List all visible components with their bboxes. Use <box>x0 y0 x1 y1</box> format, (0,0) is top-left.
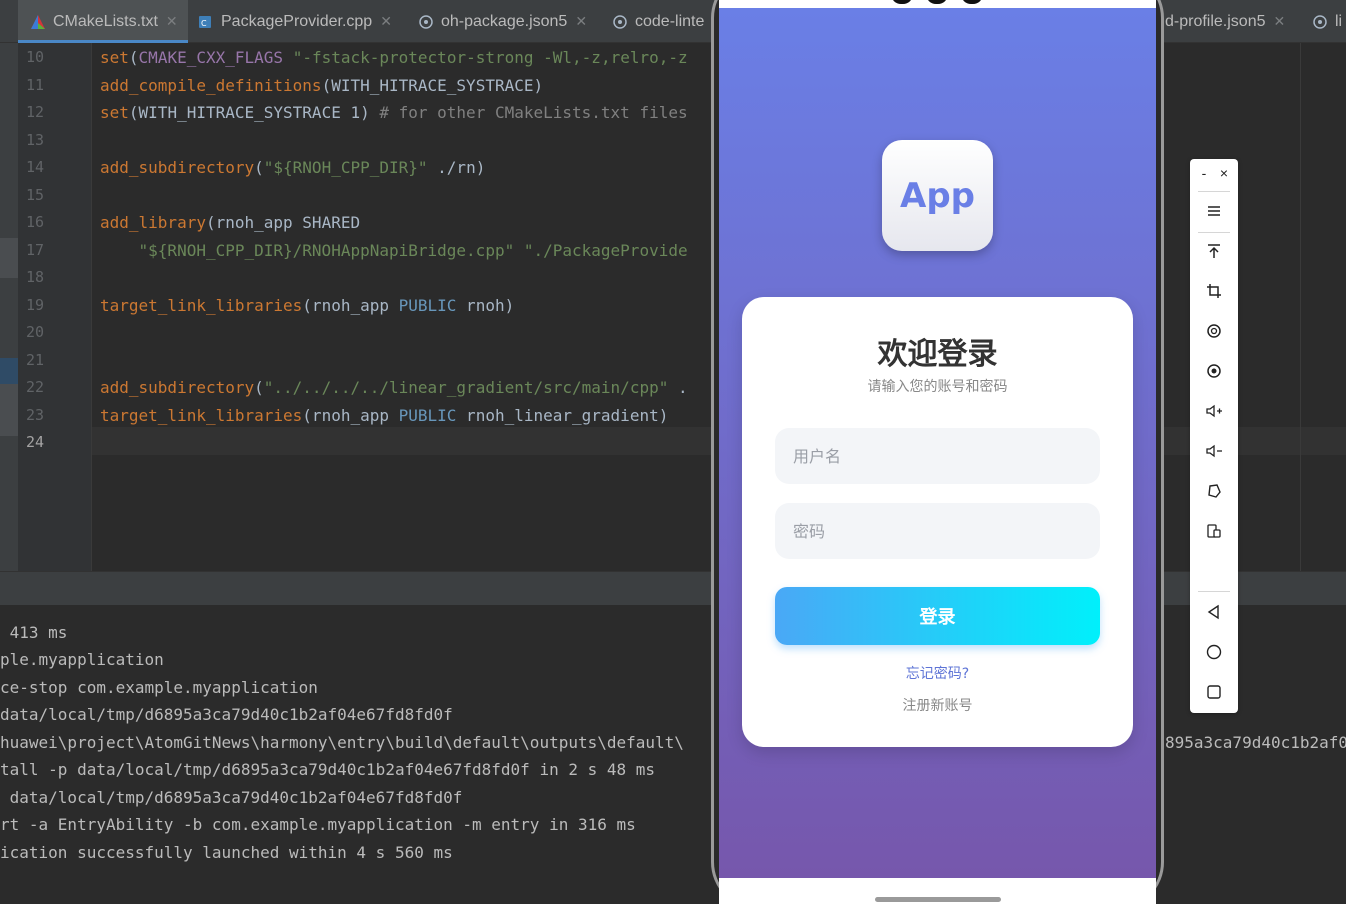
status-area <box>719 0 1156 8</box>
svg-text:C: C <box>201 19 207 28</box>
tab-profile[interactable]: d-profile.json5 ✕ <box>1165 0 1285 43</box>
back-icon[interactable] <box>1190 595 1238 629</box>
home-icon[interactable] <box>1190 635 1238 669</box>
console-line-fragment: 895a3ca79d40c1b2af0 <box>1165 733 1346 752</box>
shake-icon[interactable] <box>1190 474 1238 508</box>
line-number: 16 <box>26 213 45 231</box>
login-card: 欢迎登录 请输入您的账号和密码 登录 忘记密码? 注册新账号 <box>742 297 1133 747</box>
line-number: 19 <box>26 296 45 314</box>
close-tab-icon[interactable]: ✕ <box>380 13 392 30</box>
home-indicator[interactable] <box>875 897 1001 902</box>
line-number: 11 <box>26 76 45 94</box>
json-file-icon <box>612 14 628 30</box>
line-number: 14 <box>26 158 45 176</box>
recent-apps-icon[interactable] <box>1190 675 1238 709</box>
line-number: 18 <box>26 268 45 286</box>
tab-label: PackageProvider.cpp <box>221 12 373 30</box>
console-line: ce-stop com.example.myapplication <box>0 678 318 697</box>
console-line: data/local/tmp/d6895a3ca79d40c1b2af04e67… <box>0 788 463 807</box>
forgot-password-link[interactable]: 忘记密码? <box>742 663 1133 683</box>
code-line: "${RNOH_CPP_DIR}/RNOHAppNapiBridge.cpp" … <box>138 241 688 260</box>
console-line: ple.myapplication <box>0 650 164 669</box>
line-number: 21 <box>26 351 45 369</box>
line-number: 17 <box>26 241 45 259</box>
cpp-file-icon: C <box>198 14 214 30</box>
line-number: 12 <box>26 103 45 121</box>
code-line: target_link_libraries(rnoh_app PUBLIC rn… <box>100 296 515 315</box>
code-line: add_compile_definitions(WITH_HITRACE_SYS… <box>100 76 544 95</box>
tab-label: li <box>1335 12 1343 30</box>
minimize-button[interactable]: - <box>1196 165 1212 181</box>
password-input[interactable] <box>775 503 1100 559</box>
code-line: add_subdirectory("${RNOH_CPP_DIR}" ./rn) <box>100 158 486 177</box>
tab-code-linter[interactable]: code-linte <box>612 0 704 43</box>
tab-oh-package[interactable]: oh-package.json5 ✕ <box>418 0 587 43</box>
close-button[interactable]: × <box>1216 165 1232 181</box>
close-tab-icon[interactable]: ✕ <box>166 13 178 30</box>
cmake-file-icon <box>30 14 46 30</box>
rotate-icon[interactable] <box>1190 314 1238 348</box>
line-number: 22 <box>26 378 45 396</box>
login-subtitle: 请输入您的账号和密码 <box>867 379 1008 395</box>
pin-top-icon[interactable] <box>1190 234 1238 268</box>
crop-icon[interactable] <box>1190 274 1238 308</box>
tab-cmakelists[interactable]: CMakeLists.txt ✕ <box>18 0 188 43</box>
tab-label: code-linte <box>635 12 705 30</box>
login-title: 欢迎登录 <box>877 337 998 372</box>
register-link[interactable]: 注册新账号 <box>742 695 1133 715</box>
close-tab-icon[interactable]: ✕ <box>575 13 587 30</box>
volume-down-icon[interactable] <box>1190 434 1238 468</box>
tab-label: CMakeLists.txt <box>53 12 158 30</box>
line-number: 13 <box>26 131 45 149</box>
console-line: rt -a EntryAbility -b com.example.myappl… <box>0 815 636 834</box>
tab-packageprovider[interactable]: C PackageProvider.cpp ✕ <box>198 0 392 43</box>
login-button[interactable]: 登录 <box>775 587 1100 645</box>
username-input[interactable] <box>775 428 1100 484</box>
line-number: 23 <box>26 406 45 424</box>
camera-dot <box>926 0 948 4</box>
screenshot-icon[interactable] <box>1190 354 1238 388</box>
console-line: huawei\project\AtomGitNews\harmony\entry… <box>0 733 684 752</box>
console-line: tall -p data/local/tmp/d6895a3ca79d40c1b… <box>0 760 656 779</box>
json-file-icon <box>418 14 434 30</box>
code-line: add_subdirectory("../../../../linear_gra… <box>100 378 688 397</box>
json-file-icon <box>1312 14 1328 30</box>
code-line: add_library(rnoh_app SHARED <box>100 213 361 232</box>
emulator-toolbar: - × <box>1190 159 1238 713</box>
tab-label: d-profile.json5 <box>1165 12 1266 30</box>
code-line: set(CMAKE_CXX_FLAGS "-fstack-protector-s… <box>100 48 688 67</box>
tab-overflow[interactable]: li <box>1312 0 1342 43</box>
tab-label: oh-package.json5 <box>441 12 568 30</box>
code-line: set(WITH_HITRACE_SYSTRACE 1) # for other… <box>100 103 688 122</box>
right-margin-guide <box>1300 43 1301 571</box>
multi-device-icon[interactable] <box>1190 514 1238 548</box>
editor-side-strip <box>0 43 18 571</box>
volume-up-icon[interactable] <box>1190 394 1238 428</box>
line-number: 15 <box>26 186 45 204</box>
code-line: target_link_libraries(rnoh_app PUBLIC rn… <box>100 406 669 425</box>
line-number: 24 <box>26 433 45 451</box>
camera-dot <box>961 0 983 4</box>
close-tab-icon[interactable]: ✕ <box>1274 13 1286 30</box>
console-line: data/local/tmp/d6895a3ca79d40c1b2af04e67… <box>0 705 453 724</box>
console-line: 413 ms <box>0 623 68 642</box>
line-number: 20 <box>26 323 45 341</box>
line-number: 10 <box>26 48 45 66</box>
console-line: ication successfully launched within 4 s… <box>0 843 453 862</box>
app-logo: App <box>882 140 993 251</box>
camera-dot <box>891 0 913 4</box>
menu-icon[interactable] <box>1190 194 1238 228</box>
